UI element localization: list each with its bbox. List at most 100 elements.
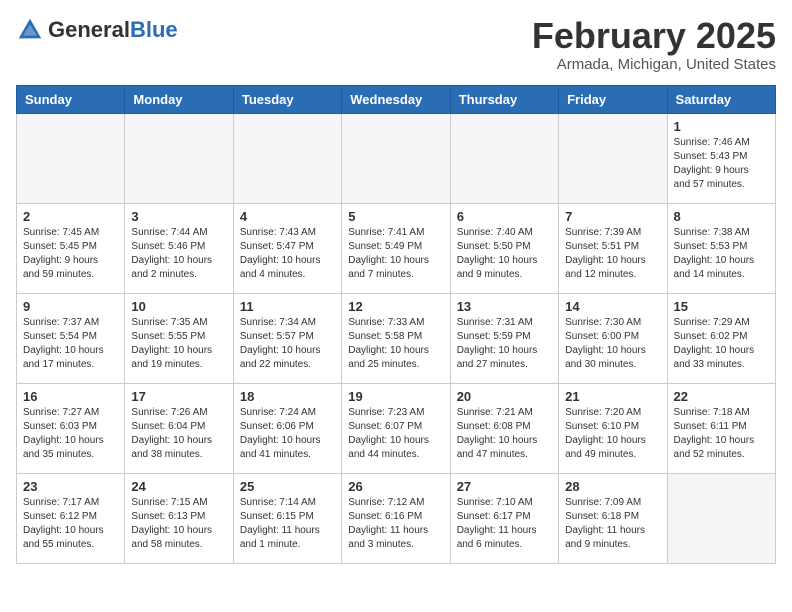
day-cell: 18Sunrise: 7:24 AM Sunset: 6:06 PM Dayli… <box>233 383 341 473</box>
day-cell: 2Sunrise: 7:45 AM Sunset: 5:45 PM Daylig… <box>17 203 125 293</box>
day-cell: 19Sunrise: 7:23 AM Sunset: 6:07 PM Dayli… <box>342 383 450 473</box>
week-row-3: 9 Sunrise: 7:37 AM Sunset: 5:54 PM Daylig… <box>17 293 776 383</box>
day-cell: 26Sunrise: 7:12 AM Sunset: 6:16 PM Dayli… <box>342 473 450 563</box>
day-number: 5 <box>348 209 443 224</box>
week-row-4: 16 Sunrise: 7:27 AM Sunset: 6:03 PM Dayli… <box>17 383 776 473</box>
day-cell: 17 Sunrise: 7:26 AM Sunset: 6:04 PM Dayli… <box>125 383 233 473</box>
day-number: 25 <box>240 479 335 494</box>
day-info: Sunrise: 7:15 AM Sunset: 6:13 PM Dayligh… <box>131 496 226 552</box>
day-info: Sunrise: 7:09 AM Sunset: 6:18 PM Dayligh… <box>565 496 660 552</box>
weekday-row: SundayMondayTuesdayWednesdayThursdayFrid… <box>17 85 776 113</box>
day-cell: 4 Sunrise: 7:43 AM Sunset: 5:47 PM Daylig… <box>233 203 341 293</box>
day-number: 1 <box>674 119 769 134</box>
weekday-header-tuesday: Tuesday <box>233 85 341 113</box>
day-number: 16 <box>23 389 118 404</box>
day-cell <box>233 113 341 203</box>
day-cell: 1 Sunrise: 7:46 AM Sunset: 5:43 PM Daylig… <box>667 113 775 203</box>
day-cell: 13 Sunrise: 7:31 AM Sunset: 5:59 PM Dayli… <box>450 293 558 383</box>
day-number: 13 <box>457 299 552 314</box>
day-cell: 5 Sunrise: 7:41 AM Sunset: 5:49 PM Daylig… <box>342 203 450 293</box>
day-info: Sunrise: 7:40 AM Sunset: 5:50 PM Dayligh… <box>457 226 552 282</box>
day-cell: 14 Sunrise: 7:30 AM Sunset: 6:00 PM Dayli… <box>559 293 667 383</box>
day-info: Sunrise: 7:44 AM Sunset: 5:46 PM Dayligh… <box>131 226 226 282</box>
day-number: 24 <box>131 479 226 494</box>
day-cell: 25 Sunrise: 7:14 AM Sunset: 6:15 PM Dayli… <box>233 473 341 563</box>
day-info: Sunrise: 7:29 AM Sunset: 6:02 PM Dayligh… <box>674 316 769 372</box>
day-info: Sunrise: 7:33 AM Sunset: 5:58 PM Dayligh… <box>348 316 443 372</box>
day-number: 18 <box>240 389 335 404</box>
weekday-header-sunday: Sunday <box>17 85 125 113</box>
day-cell <box>450 113 558 203</box>
day-number: 12 <box>348 299 443 314</box>
day-number: 6 <box>457 209 552 224</box>
day-cell: 6 Sunrise: 7:40 AM Sunset: 5:50 PM Daylig… <box>450 203 558 293</box>
day-info: Sunrise: 7:26 AM Sunset: 6:04 PM Dayligh… <box>131 406 226 462</box>
logo-blue: Blue <box>130 17 178 42</box>
day-number: 3 <box>131 209 226 224</box>
calendar-body: 1 Sunrise: 7:46 AM Sunset: 5:43 PM Daylig… <box>17 113 776 563</box>
weekday-header-wednesday: Wednesday <box>342 85 450 113</box>
day-cell <box>559 113 667 203</box>
day-cell: 24 Sunrise: 7:15 AM Sunset: 6:13 PM Dayli… <box>125 473 233 563</box>
week-row-1: 1 Sunrise: 7:46 AM Sunset: 5:43 PM Daylig… <box>17 113 776 203</box>
day-info: Sunrise: 7:27 AM Sunset: 6:03 PM Dayligh… <box>23 406 118 462</box>
day-info: Sunrise: 7:14 AM Sunset: 6:15 PM Dayligh… <box>240 496 335 552</box>
day-cell: 8 Sunrise: 7:38 AM Sunset: 5:53 PM Daylig… <box>667 203 775 293</box>
day-info: Sunrise: 7:46 AM Sunset: 5:43 PM Dayligh… <box>674 136 769 192</box>
day-number: 23 <box>23 479 118 494</box>
day-info: Sunrise: 7:30 AM Sunset: 6:00 PM Dayligh… <box>565 316 660 372</box>
day-number: 17 <box>131 389 226 404</box>
day-info: Sunrise: 7:35 AM Sunset: 5:55 PM Dayligh… <box>131 316 226 372</box>
day-number: 22 <box>674 389 769 404</box>
day-cell <box>125 113 233 203</box>
day-cell <box>342 113 450 203</box>
day-info: Sunrise: 7:37 AM Sunset: 5:54 PM Dayligh… <box>23 316 118 372</box>
day-info: Sunrise: 7:38 AM Sunset: 5:53 PM Dayligh… <box>674 226 769 282</box>
day-number: 14 <box>565 299 660 314</box>
day-number: 11 <box>240 299 335 314</box>
day-number: 10 <box>131 299 226 314</box>
day-info: Sunrise: 7:39 AM Sunset: 5:51 PM Dayligh… <box>565 226 660 282</box>
day-cell: 7 Sunrise: 7:39 AM Sunset: 5:51 PM Daylig… <box>559 203 667 293</box>
day-cell <box>17 113 125 203</box>
day-cell: 12 Sunrise: 7:33 AM Sunset: 5:58 PM Dayli… <box>342 293 450 383</box>
day-cell: 20Sunrise: 7:21 AM Sunset: 6:08 PM Dayli… <box>450 383 558 473</box>
day-number: 15 <box>674 299 769 314</box>
day-cell: 22Sunrise: 7:18 AM Sunset: 6:11 PM Dayli… <box>667 383 775 473</box>
day-number: 8 <box>674 209 769 224</box>
day-number: 7 <box>565 209 660 224</box>
day-info: Sunrise: 7:45 AM Sunset: 5:45 PM Dayligh… <box>23 226 118 282</box>
day-number: 21 <box>565 389 660 404</box>
calendar: SundayMondayTuesdayWednesdayThursdayFrid… <box>16 85 776 564</box>
day-number: 28 <box>565 479 660 494</box>
day-info: Sunrise: 7:12 AM Sunset: 6:16 PM Dayligh… <box>348 496 443 552</box>
logo-icon <box>16 16 44 44</box>
day-info: Sunrise: 7:31 AM Sunset: 5:59 PM Dayligh… <box>457 316 552 372</box>
day-info: Sunrise: 7:10 AM Sunset: 6:17 PM Dayligh… <box>457 496 552 552</box>
day-cell <box>667 473 775 563</box>
day-cell: 11 Sunrise: 7:34 AM Sunset: 5:57 PM Dayli… <box>233 293 341 383</box>
day-info: Sunrise: 7:34 AM Sunset: 5:57 PM Dayligh… <box>240 316 335 372</box>
logo-general: General <box>48 17 130 42</box>
week-row-2: 2Sunrise: 7:45 AM Sunset: 5:45 PM Daylig… <box>17 203 776 293</box>
day-number: 19 <box>348 389 443 404</box>
day-info: Sunrise: 7:41 AM Sunset: 5:49 PM Dayligh… <box>348 226 443 282</box>
weekday-header-friday: Friday <box>559 85 667 113</box>
logo-text: GeneralBlue <box>48 19 178 41</box>
week-row-5: 23 Sunrise: 7:17 AM Sunset: 6:12 PM Dayli… <box>17 473 776 563</box>
day-number: 4 <box>240 209 335 224</box>
day-info: Sunrise: 7:43 AM Sunset: 5:47 PM Dayligh… <box>240 226 335 282</box>
day-number: 20 <box>457 389 552 404</box>
page-header: GeneralBlue February 2025 Armada, Michig… <box>16 16 776 73</box>
day-info: Sunrise: 7:17 AM Sunset: 6:12 PM Dayligh… <box>23 496 118 552</box>
weekday-header-thursday: Thursday <box>450 85 558 113</box>
month-title: February 2025 <box>532 16 776 56</box>
logo: GeneralBlue <box>16 16 178 44</box>
day-number: 9 <box>23 299 118 314</box>
weekday-header-saturday: Saturday <box>667 85 775 113</box>
day-cell: 28 Sunrise: 7:09 AM Sunset: 6:18 PM Dayli… <box>559 473 667 563</box>
title-block: February 2025 Armada, Michigan, United S… <box>532 16 776 73</box>
day-cell: 27 Sunrise: 7:10 AM Sunset: 6:17 PM Dayli… <box>450 473 558 563</box>
day-number: 27 <box>457 479 552 494</box>
day-info: Sunrise: 7:20 AM Sunset: 6:10 PM Dayligh… <box>565 406 660 462</box>
